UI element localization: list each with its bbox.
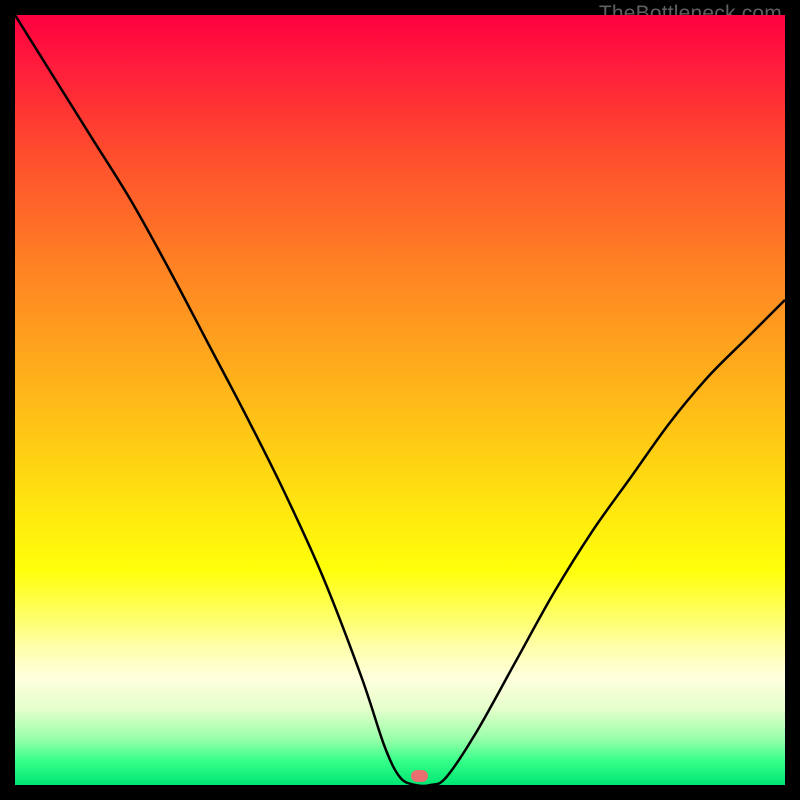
optimal-marker	[411, 770, 428, 782]
curve-path	[15, 15, 785, 785]
plot-area	[15, 15, 785, 785]
chart-container: TheBottleneck.com	[0, 0, 800, 800]
bottleneck-curve	[15, 15, 785, 785]
